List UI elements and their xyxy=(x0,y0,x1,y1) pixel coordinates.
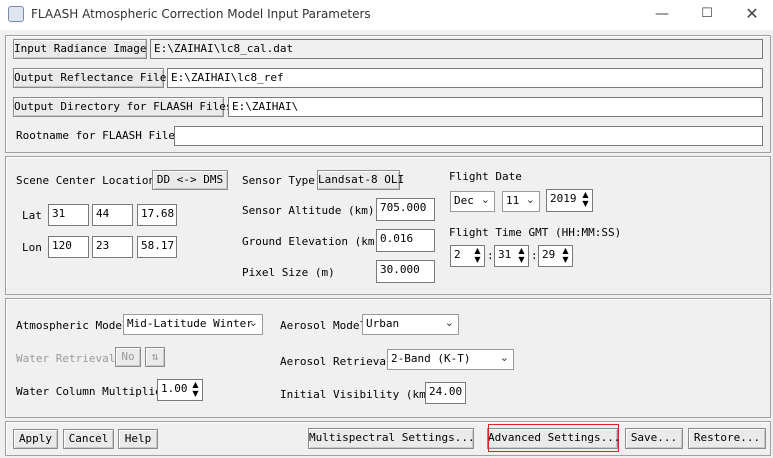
water-column-spinner[interactable]: 1.00 ▲ ▼ xyxy=(157,379,203,401)
aerosol-retrieval-dropdown[interactable]: 2-Band (K-T) ⌄ xyxy=(387,349,514,370)
rootname-field[interactable] xyxy=(174,126,763,146)
pixel-size-label: Pixel Size (m) xyxy=(242,266,335,279)
hour-value: 2 xyxy=(454,248,461,261)
close-icon[interactable]: ✕ xyxy=(742,6,762,22)
lat-minutes-field[interactable]: 44 xyxy=(92,204,133,226)
pixel-size-field[interactable]: 30.000 xyxy=(376,260,435,283)
sensor-altitude-label: Sensor Altitude (km) xyxy=(242,204,375,217)
spin-arrows-icon[interactable]: ▲ ▼ xyxy=(472,246,483,266)
chevron-down-icon: ⌄ xyxy=(525,193,535,206)
input-radiance-field[interactable]: E:\ZAIHAI\lc8_cal.dat xyxy=(150,39,763,59)
dd-dms-button[interactable]: DD <-> DMS xyxy=(152,170,228,190)
lat-degrees-field[interactable]: 31 xyxy=(48,204,89,226)
atmospheric-model-label: Atmospheric Model xyxy=(16,319,129,332)
time-separator: : xyxy=(487,249,494,262)
highlight-box xyxy=(488,424,619,452)
month-dropdown[interactable]: Dec ⌄ xyxy=(450,191,495,212)
minimize-icon[interactable]: — xyxy=(652,6,672,22)
lat-label: Lat xyxy=(22,209,42,222)
spin-arrows-icon[interactable]: ▲ ▼ xyxy=(560,246,571,266)
day-dropdown[interactable]: 11 ⌄ xyxy=(502,191,540,212)
water-column-value: 1.00 xyxy=(161,382,188,395)
flight-date-label: Flight Date xyxy=(449,170,522,183)
chevron-down-icon: ⌄ xyxy=(499,351,509,364)
sensor-type-label: Sensor Type xyxy=(242,174,315,187)
aerosol-model-dropdown[interactable]: Urban ⌄ xyxy=(362,314,459,335)
spin-arrows-icon[interactable]: ▲ ▼ xyxy=(190,380,201,400)
second-value: 29 xyxy=(542,248,556,261)
aerosol-model-label: Aerosol Model xyxy=(280,319,367,332)
title-bar: FLAASH Atmospheric Correction Model Inpu… xyxy=(0,0,773,30)
window-title: FLAASH Atmospheric Correction Model Inpu… xyxy=(31,7,371,21)
output-directory-field[interactable]: E:\ZAIHAI\ xyxy=(228,97,763,117)
aerosol-retrieval-label: Aerosol Retrieval xyxy=(280,355,393,368)
water-column-label: Water Column Multiplier xyxy=(16,385,169,398)
multispectral-settings-button[interactable]: Multispectral Settings... xyxy=(308,428,475,449)
aerosol-retrieval-value: 2-Band (K-T) xyxy=(391,352,471,365)
lon-label: Lon xyxy=(22,241,42,254)
help-button[interactable]: Help xyxy=(118,429,158,449)
month-value: Dec xyxy=(454,194,474,207)
year-value: 2019 xyxy=(550,192,577,205)
app-icon xyxy=(8,6,24,22)
spin-arrows-icon[interactable]: ▲ ▼ xyxy=(580,190,591,211)
lon-minutes-field[interactable]: 23 xyxy=(92,236,133,258)
rootname-label: Rootname for FLAASH Files xyxy=(16,129,182,142)
spin-arrows-icon[interactable]: ▲ ▼ xyxy=(516,246,527,266)
ground-elevation-label: Ground Elevation (km) xyxy=(242,235,382,248)
flight-time-label: Flight Time GMT (HH:MM:SS) xyxy=(449,226,622,239)
initial-visibility-label: Initial Visibility (km) xyxy=(280,388,433,401)
water-retrieval-label: Water Retrieval xyxy=(16,352,116,365)
apply-button[interactable]: Apply xyxy=(13,429,58,449)
scene-center-label: Scene Center Location xyxy=(16,174,156,187)
minute-value: 31 xyxy=(498,248,512,261)
water-retrieval-button[interactable]: No xyxy=(115,347,141,367)
ground-elevation-field[interactable]: 0.016 xyxy=(376,229,435,252)
lon-seconds-field[interactable]: 58.17 xyxy=(137,236,177,258)
chevron-down-icon: ⌄ xyxy=(444,316,454,329)
lon-degrees-field[interactable]: 120 xyxy=(48,236,89,258)
output-directory-button[interactable]: Output Directory for FLAASH Files xyxy=(13,97,233,117)
minute-spinner[interactable]: 31 ▲ ▼ xyxy=(494,245,529,267)
aerosol-model-value: Urban xyxy=(366,317,400,330)
output-reflectance-field[interactable]: E:\ZAIHAI\lc8_ref xyxy=(167,68,763,88)
sensor-type-button[interactable]: Landsat-8 OLI xyxy=(317,170,404,190)
atmospheric-model-dropdown[interactable]: Mid-Latitude Winter ⌄ xyxy=(123,314,263,335)
lat-seconds-field[interactable]: 17.68 xyxy=(137,204,177,226)
restore-button[interactable]: Restore... xyxy=(688,428,766,449)
time-separator: : xyxy=(531,249,538,262)
year-spinner[interactable]: 2019 ▲ ▼ xyxy=(546,189,593,212)
save-button[interactable]: Save... xyxy=(625,428,683,449)
cancel-button[interactable]: Cancel xyxy=(63,429,114,449)
day-value: 11 xyxy=(506,194,520,207)
second-spinner[interactable]: 29 ▲ ▼ xyxy=(538,245,573,267)
sensor-altitude-field[interactable]: 705.000 xyxy=(376,198,435,221)
input-radiance-button[interactable]: Input Radiance Image xyxy=(13,39,147,59)
chevron-down-icon: ⌄ xyxy=(248,316,258,329)
atmospheric-model-value: Mid-Latitude Winter xyxy=(127,317,253,330)
output-reflectance-button[interactable]: Output Reflectance File xyxy=(13,68,166,88)
initial-visibility-field[interactable]: 24.00 xyxy=(425,382,466,404)
chevron-down-icon: ⌄ xyxy=(480,193,490,206)
hour-spinner[interactable]: 2 ▲ ▼ xyxy=(450,245,485,267)
toggle-arrows-icon[interactable]: ⇅ xyxy=(145,347,165,367)
maximize-icon[interactable]: ☐ xyxy=(697,6,717,22)
